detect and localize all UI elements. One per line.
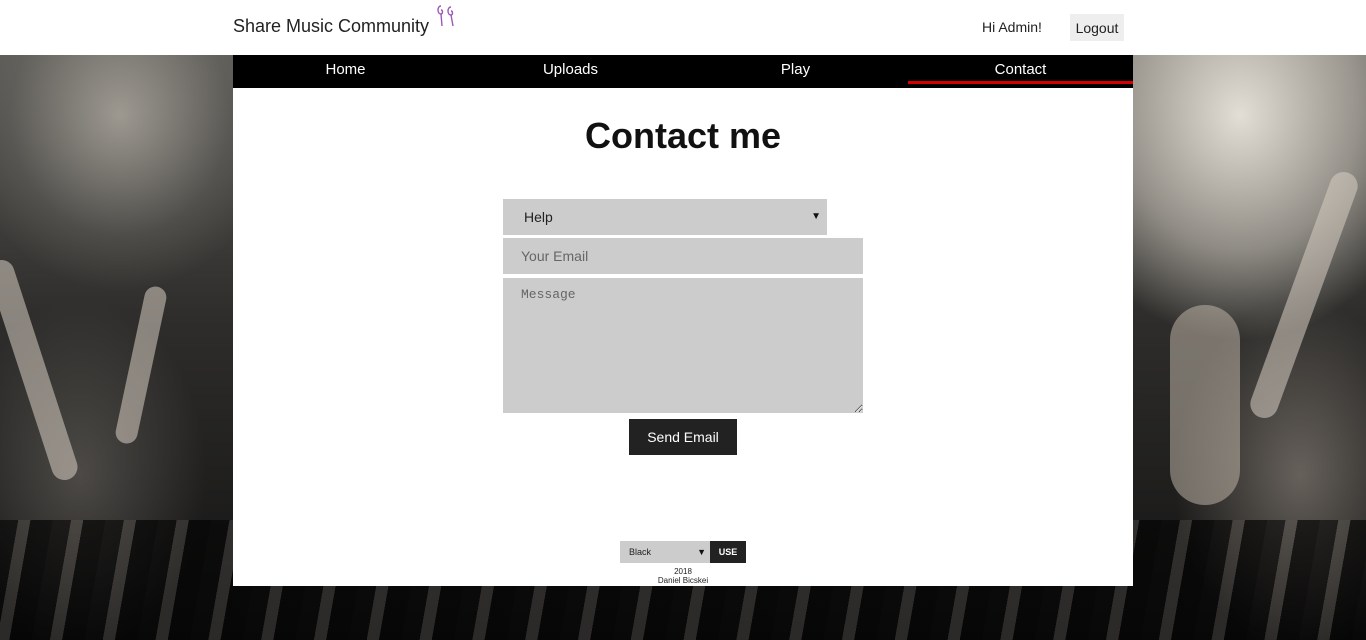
message-textarea[interactable]	[503, 278, 863, 413]
theme-select-value: Black	[629, 547, 652, 557]
nav-item-contact[interactable]: Contact	[908, 55, 1133, 88]
send-email-button[interactable]: Send Email	[629, 419, 737, 455]
top-header: Share Music Community Hi Admin! Logout	[0, 0, 1366, 55]
footer-year: 2018	[674, 567, 692, 576]
site-brand[interactable]: Share Music Community	[233, 5, 459, 37]
nav-item-play[interactable]: Play	[683, 55, 908, 88]
subject-select-value: Help	[524, 209, 553, 225]
nav-item-uploads[interactable]: Uploads	[458, 55, 683, 88]
footer-author: Daniel Bicskei	[657, 576, 709, 585]
email-input[interactable]	[503, 238, 863, 274]
site-title: Share Music Community	[233, 16, 430, 36]
logout-button[interactable]: Logout	[1070, 14, 1124, 41]
footer: 2018 Daniel Bicskei	[233, 567, 1133, 585]
earphones-icon	[437, 5, 454, 27]
chevron-down-icon: ▼	[697, 547, 706, 557]
use-theme-button[interactable]: USE	[710, 541, 746, 563]
page-title: Contact me	[584, 115, 782, 156]
subject-select[interactable]: Help ▼	[503, 199, 827, 235]
content-panel: Contact me Help ▼ Send Email Black ▼ USE…	[233, 88, 1133, 586]
chevron-down-icon: ▼	[811, 211, 821, 222]
theme-select[interactable]: Black ▼	[620, 541, 710, 563]
main-nav: Home Uploads Play Contact	[233, 55, 1133, 88]
user-greeting: Hi Admin!	[982, 19, 1042, 35]
nav-item-home[interactable]: Home	[233, 55, 458, 88]
